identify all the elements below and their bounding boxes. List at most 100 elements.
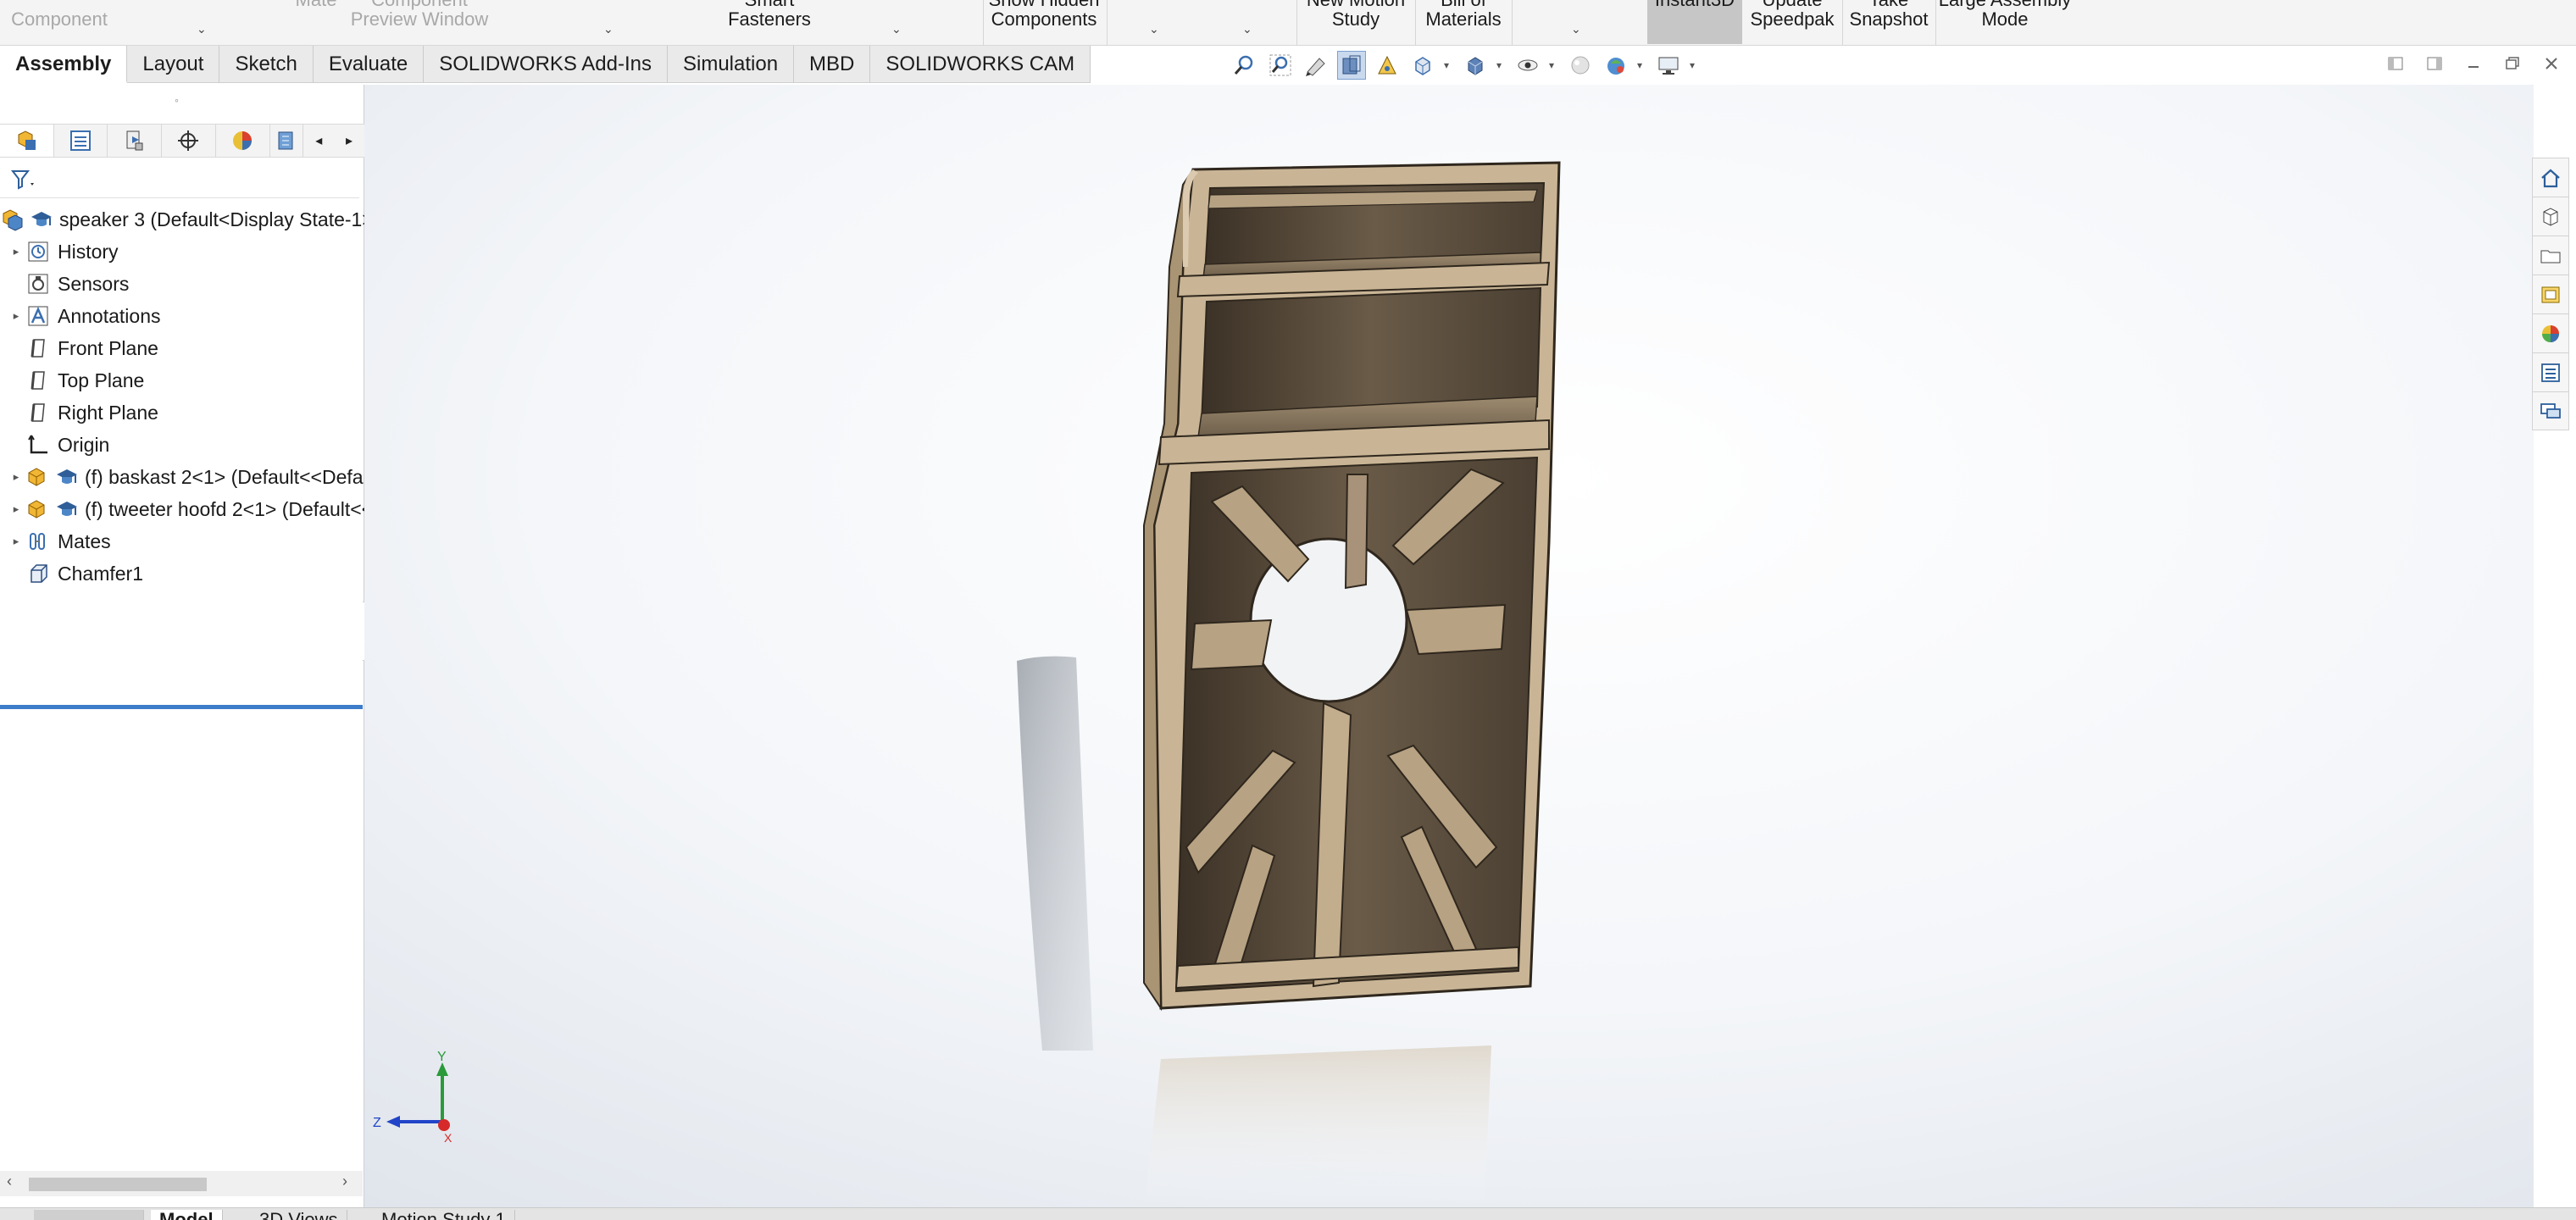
minimize-icon[interactable] [2462, 53, 2484, 75]
previous-view-icon[interactable] [1302, 51, 1330, 80]
update-speedpak-button[interactable]: Update Speedpak [1744, 0, 1840, 46]
dynamic-annotation-icon[interactable] [1373, 51, 1402, 80]
speaker-cabinet-model[interactable] [364, 85, 2534, 1207]
tree-item-tweeter-hoofd[interactable]: ▸ (f) tweeter hoofd 2<1> (Default<<Defau… [0, 493, 364, 525]
mates-icon [25, 529, 51, 554]
tree-item-history[interactable]: ▸ History [0, 236, 364, 268]
new-motion-study-button[interactable]: New Motion Study [1298, 0, 1413, 46]
insert-component-button[interactable]: Component [0, 0, 119, 46]
zoom-to-fit-icon[interactable] [1230, 51, 1259, 80]
tile-right-icon[interactable] [2423, 53, 2446, 75]
hide-show-items-icon[interactable] [1513, 51, 1542, 80]
tree-item-label: History [58, 240, 119, 263]
view-palette-icon[interactable] [2532, 274, 2569, 313]
chevron-down-icon[interactable]: ⌄ [1149, 22, 1159, 36]
tree-item-origin[interactable]: Origin [0, 429, 364, 461]
tree-item-front-plane[interactable]: Front Plane [0, 332, 364, 364]
tab-motion-study-1[interactable]: Motion Study 1 [373, 1210, 515, 1220]
expand-icon[interactable]: ▸ [7, 470, 25, 484]
view-settings-icon[interactable] [1654, 51, 1683, 80]
filter-icon[interactable] [10, 168, 37, 196]
appearances-scenes-icon[interactable] [2532, 313, 2569, 352]
chevron-down-icon[interactable]: ⌄ [1242, 22, 1252, 36]
tree-item-baskast[interactable]: ▸ (f) baskast 2<1> (Default<<Default>_Di… [0, 461, 364, 493]
solidworks-resources-icon[interactable] [2532, 158, 2569, 197]
chevron-down-icon[interactable]: ▾ [1496, 59, 1507, 71]
bill-of-materials-button[interactable]: Bill of Materials [1417, 0, 1510, 46]
chevron-down-icon[interactable]: ▾ [1444, 59, 1454, 71]
panel-grip-icon[interactable]: ◦ [175, 93, 179, 107]
edit-appearance-icon[interactable] [1566, 51, 1595, 80]
section-view-icon[interactable] [1337, 51, 1366, 80]
scroll-left-icon[interactable]: ‹ [7, 1173, 12, 1190]
show-hidden-components-button[interactable]: Show Hidden Components [985, 0, 1103, 46]
display-style-icon[interactable] [1461, 51, 1490, 80]
cam-manager-tab-icon[interactable] [270, 125, 304, 157]
ribbon-divider [1415, 0, 1416, 46]
tab-assembly[interactable]: Assembly [0, 46, 128, 83]
expand-icon[interactable]: ▸ [7, 245, 25, 258]
ribbon-divider [983, 0, 984, 46]
zoom-to-area-icon[interactable] [1266, 51, 1295, 80]
rollback-bar[interactable] [0, 705, 363, 709]
tab-navigation-arrows[interactable] [34, 1210, 144, 1220]
tile-left-icon[interactable] [2384, 53, 2407, 75]
ribbon-divider [1512, 0, 1513, 46]
tab-model[interactable]: Model [151, 1210, 223, 1220]
tree-item-right-plane[interactable]: Right Plane [0, 396, 364, 429]
chevron-down-icon[interactable]: ▾ [1549, 59, 1559, 71]
property-manager-tab-icon[interactable] [54, 125, 108, 157]
forum-icon[interactable] [2532, 391, 2569, 430]
tab-layout[interactable]: Layout [127, 46, 220, 83]
custom-properties-icon[interactable] [2532, 352, 2569, 391]
scroll-right-icon[interactable]: › [342, 1173, 347, 1190]
tab-evaluate[interactable]: Evaluate [314, 46, 425, 83]
panel-horizontal-scrollbar[interactable]: ‹ › [0, 1171, 363, 1196]
file-explorer-icon[interactable] [2532, 236, 2569, 274]
chevron-down-icon[interactable]: ⌄ [1571, 22, 1581, 36]
instant3d-button[interactable]: Instant3D [1647, 0, 1742, 44]
scrollbar-thumb[interactable] [29, 1178, 207, 1191]
tab-solidworks-cam[interactable]: SOLIDWORKS CAM [870, 46, 1091, 83]
tab-mbd[interactable]: MBD [794, 46, 871, 83]
tree-item-sensors[interactable]: Sensors [0, 268, 364, 300]
large-assembly-mode-button[interactable]: Large Assembly Mode [1937, 0, 2073, 46]
close-icon[interactable] [2540, 53, 2562, 75]
chevron-down-icon[interactable]: ⌄ [603, 22, 613, 36]
restore-icon[interactable] [2501, 53, 2523, 75]
tab-simulation[interactable]: Simulation [668, 46, 795, 83]
chevron-down-icon[interactable]: ▾ [1637, 59, 1647, 71]
ribbon-divider [1107, 0, 1108, 46]
expand-icon[interactable]: ▸ [7, 309, 25, 323]
tab-solidworks-add-ins[interactable]: SOLIDWORKS Add-Ins [424, 46, 668, 83]
scroll-tabs-right-icon[interactable]: ▸ [334, 125, 364, 157]
display-manager-tab-icon[interactable] [216, 125, 270, 157]
tab-sketch[interactable]: Sketch [219, 46, 314, 83]
chevron-down-icon[interactable]: ⌄ [197, 22, 207, 36]
dimxpert-manager-tab-icon[interactable] [162, 125, 216, 157]
bottom-tab-bar: Model 3D Views Motion Study 1 [0, 1207, 2576, 1220]
component-preview-window-button[interactable]: Component Preview Window [339, 0, 500, 46]
tab-3d-views[interactable]: 3D Views [251, 1210, 347, 1220]
feature-manager-tab-icon[interactable] [0, 125, 54, 157]
tree-item-annotations[interactable]: ▸ Annotations [0, 300, 364, 332]
view-orientation-icon[interactable] [1408, 51, 1437, 80]
tree-item-top-plane[interactable]: Top Plane [0, 364, 364, 396]
scroll-tabs-left-icon[interactable]: ◂ [303, 125, 334, 157]
apply-scene-icon[interactable] [1602, 51, 1630, 80]
tree-item-mates[interactable]: ▸ Mates [0, 525, 364, 557]
graphics-area[interactable]: Y Z X [364, 85, 2534, 1207]
take-snapshot-button[interactable]: Take Snapshot [1844, 0, 1934, 46]
expand-icon[interactable]: ▸ [7, 535, 25, 548]
chevron-down-icon[interactable]: ⌄ [891, 22, 902, 36]
tree-root-assembly[interactable]: speaker 3 (Default<Display State-1>) [0, 203, 364, 236]
design-library-icon[interactable] [2532, 197, 2569, 236]
tree-item-chamfer1[interactable]: Chamfer1 [0, 557, 364, 590]
chevron-down-icon[interactable]: ▾ [1690, 59, 1700, 71]
expand-icon[interactable]: ▸ [7, 502, 25, 516]
smart-fasteners-button[interactable]: Smart Fasteners [720, 0, 819, 46]
configuration-manager-tab-icon[interactable] [108, 125, 163, 157]
ribbon-divider [1935, 0, 1936, 46]
tree-filter-bar[interactable] [0, 161, 359, 198]
manager-tabs: ◂ ▸ [0, 124, 364, 158]
